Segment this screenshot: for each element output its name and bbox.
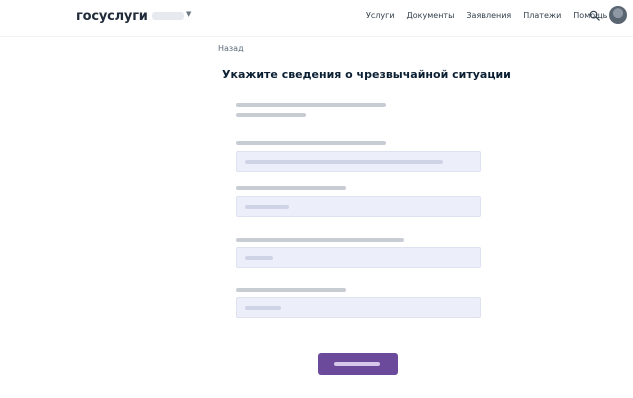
field-value-2 [245, 205, 289, 209]
nav-item-documents[interactable]: Документы [407, 11, 455, 23]
lead-text-line [236, 113, 306, 117]
submit-label [334, 362, 380, 366]
back-link[interactable]: Назад [218, 44, 244, 53]
lead-text-line [236, 103, 386, 107]
submit-button[interactable] [318, 353, 398, 375]
region-selector[interactable] [152, 12, 184, 20]
nav-item-payments[interactable]: Платежи [523, 11, 561, 23]
page-title: Укажите сведения о чрезвычайной ситуации [222, 68, 511, 81]
field-label-1 [236, 141, 386, 145]
top-nav: Услуги Документы Заявления Платежи Помощ… [366, 11, 607, 23]
nav-item-services[interactable]: Услуги [366, 11, 395, 23]
search-icon[interactable] [589, 10, 600, 21]
field-label-4 [236, 288, 346, 292]
field-value-4 [245, 306, 281, 310]
gosuslugi-logo[interactable]: госуслуги [76, 9, 148, 24]
chevron-down-icon[interactable]: ▼ [186, 10, 191, 18]
field-label-2 [236, 186, 346, 190]
field-input-3[interactable] [236, 247, 481, 268]
header: госуслуги ▼ Услуги Документы Заявления П… [0, 0, 633, 36]
field-value-1 [245, 160, 443, 164]
field-label-3 [236, 238, 404, 242]
field-value-3 [245, 256, 273, 260]
field-input-4[interactable] [236, 297, 481, 318]
field-input-1[interactable] [236, 151, 481, 172]
avatar[interactable] [609, 6, 627, 24]
nav-item-applications[interactable]: Заявления [466, 11, 511, 23]
form-lead-text [236, 103, 386, 123]
field-input-2[interactable] [236, 196, 481, 217]
header-divider [0, 36, 633, 37]
